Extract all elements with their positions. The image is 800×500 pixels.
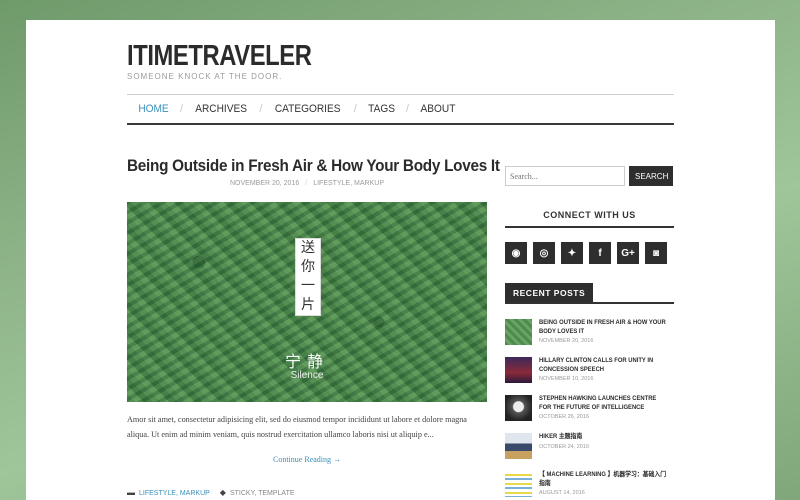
nav-separator: / (259, 103, 263, 115)
vertical-char: 片 (301, 297, 315, 313)
recent-post-title[interactable]: 【 MACHINE LEARNING 】机器学习：基础入门指南 (539, 471, 670, 488)
list-item[interactable]: HIKER 主题指南 OCTOBER 24, 2016 (505, 433, 674, 471)
list-item[interactable]: STEPHEN HAWKING LAUNCHES CENTRE FOR THE … (505, 395, 674, 433)
folder-icon: ▬ (127, 488, 135, 497)
post-categories[interactable]: LIFESTYLE, MARKUP (313, 180, 384, 187)
main-nav: HOME / ARCHIVES / CATEGORIES / TAGS / AB… (127, 94, 674, 125)
search-button[interactable]: SEARCH (629, 166, 673, 186)
nav-separator: / (353, 103, 357, 115)
recent-post-date: OCTOBER 24, 2016 (539, 443, 590, 450)
tag-icon: ◆ (219, 488, 226, 497)
list-item[interactable]: HILLARY CLINTON CALLS FOR UNITY IN CONCE… (505, 357, 674, 395)
vertical-char: 送 (301, 240, 315, 256)
recent-post-date: AUGUST 14, 2016 (539, 490, 585, 496)
nav-item-archives[interactable]: ARCHIVES (186, 103, 256, 115)
recent-post-date: NOVEMBER 10, 2016 (539, 376, 594, 382)
nav-item-about[interactable]: ABOUT (411, 103, 464, 115)
instagram-icon[interactable]: ◙ (645, 242, 667, 264)
post-excerpt: Amor sit amet, consectetur adipisicing e… (127, 415, 467, 439)
recent-posts-title: RECENT POSTS (505, 283, 594, 303)
recent-post-title[interactable]: STEPHEN HAWKING LAUNCHES CENTRE FOR THE … (539, 395, 670, 412)
image-zh-caption: 宁静 (284, 352, 329, 371)
github-icon[interactable]: ◉ (505, 242, 527, 264)
google-plus-icon[interactable]: G+ (617, 242, 639, 264)
weibo-icon[interactable]: ◎ (533, 242, 555, 264)
nav-separator: / (180, 103, 184, 115)
post-thumbnail[interactable] (505, 357, 532, 383)
recent-post-date: NOVEMBER 20, 2016 (539, 338, 594, 344)
list-item[interactable]: BEING OUTSIDE IN FRESH AIR & HOW YOUR BO… (505, 319, 674, 357)
continue-reading-link[interactable]: Continue Reading → (127, 455, 487, 464)
post-thumbnail[interactable] (505, 319, 532, 345)
connect-title: CONNECT WITH US (505, 210, 674, 228)
footer-tags[interactable]: STICKY, TEMPLATE (230, 490, 295, 497)
recent-post-title[interactable]: BEING OUTSIDE IN FRESH AIR & HOW YOUR BO… (539, 319, 670, 336)
post-thumbnail[interactable] (505, 433, 532, 459)
post-meta: NOVEMBER 20, 2016 / LIFESTYLE, MARKUP (127, 180, 487, 187)
featured-image[interactable]: 送 你 一 片 宁静 Silence (127, 202, 487, 402)
divider (505, 302, 674, 304)
image-en-caption: Silence (290, 370, 324, 381)
recent-post-title[interactable]: HIKER 主题指南 (539, 433, 670, 442)
post-thumbnail[interactable] (505, 471, 532, 497)
nav-separator: / (405, 103, 409, 115)
page-container: ITIMETRAVELER SOMEONE KNOCK AT THE DOOR.… (26, 20, 775, 500)
post-footer: ▬ LIFESTYLE, MARKUP ◆ STICKY, TEMPLATE (127, 488, 295, 497)
post-thumbnail[interactable] (505, 395, 532, 421)
meta-separator: / (305, 180, 308, 187)
recent-post-date: OCTOBER 26, 2016 (539, 414, 590, 420)
recent-post-title[interactable]: HILLARY CLINTON CALLS FOR UNITY IN CONCE… (539, 357, 670, 374)
post-title[interactable]: Being Outside in Fresh Air & How Your Bo… (127, 156, 500, 176)
site-tagline: SOMEONE KNOCK AT THE DOOR. (127, 72, 283, 81)
vertical-char: 你 (301, 259, 315, 275)
recent-posts-list: BEING OUTSIDE IN FRESH AIR & HOW YOUR BO… (505, 319, 674, 500)
facebook-icon[interactable]: f (589, 242, 611, 264)
search-input[interactable] (505, 166, 625, 186)
nav-item-categories[interactable]: CATEGORIES (266, 103, 350, 115)
list-item[interactable]: 【 MACHINE LEARNING 】机器学习：基础入门指南 AUGUST 1… (505, 471, 674, 500)
site-title[interactable]: ITIMETRAVELER (127, 40, 312, 73)
social-links: ◉ ◎ ✦ f G+ ◙ (505, 242, 667, 264)
twitter-icon[interactable]: ✦ (561, 242, 583, 264)
footer-categories[interactable]: LIFESTYLE, MARKUP (139, 490, 210, 497)
post-date: NOVEMBER 20, 2016 (229, 180, 300, 187)
vertical-char: 一 (301, 278, 315, 294)
nav-item-tags[interactable]: TAGS (359, 103, 404, 115)
search-form: SEARCH (505, 166, 673, 186)
image-vertical-text: 送 你 一 片 (295, 238, 321, 316)
nav-item-home[interactable]: HOME (129, 103, 178, 115)
